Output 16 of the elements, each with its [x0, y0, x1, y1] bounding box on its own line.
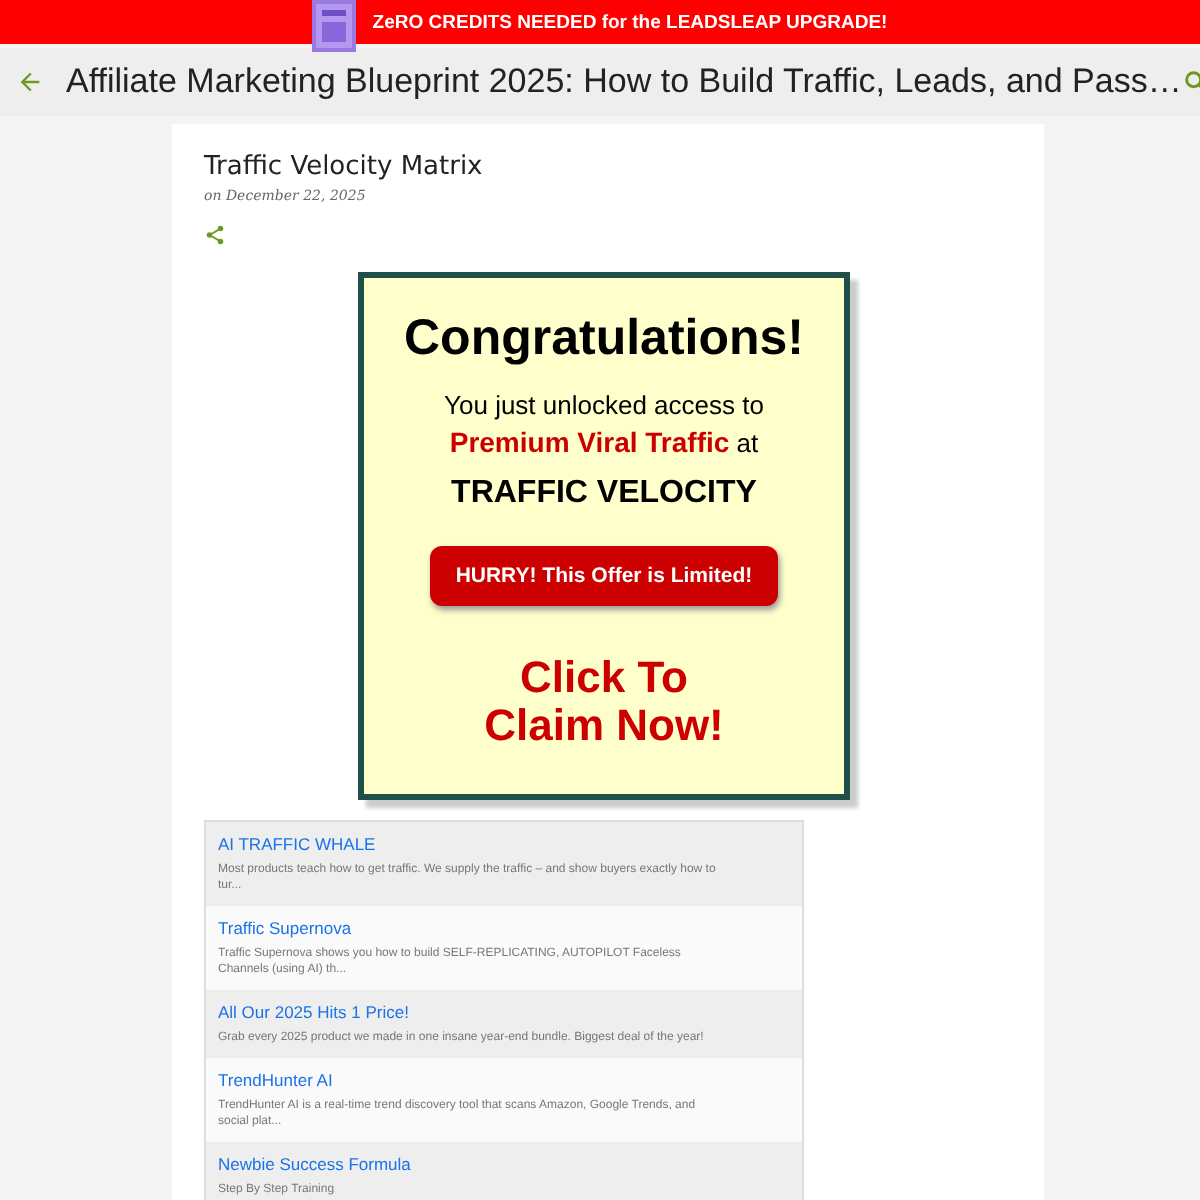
product-name: TRAFFIC VELOCITY	[451, 476, 757, 512]
offer-link[interactable]: All Our 2025 Hits 1 Price!	[218, 1002, 722, 1022]
claim-link[interactable]: Click To Claim Now!	[484, 654, 724, 750]
offer-button[interactable]: HURRY! This Offer is Limited!	[429, 546, 779, 606]
post-title: Traffic Velocity Matrix	[204, 152, 485, 182]
blog-title: Affiliate Marketing Blueprint 2025: How to Build Traffic, Leads, and Pass…	[66, 62, 1182, 102]
share-icon[interactable]	[204, 224, 226, 246]
offer-link[interactable]: TrendHunter AI	[218, 1070, 722, 1090]
back-arrow-icon[interactable]	[16, 68, 44, 96]
promo-offer-text: Premium Viral Traffic at	[449, 426, 759, 458]
offer-link[interactable]: Newbie Success Formula	[218, 1154, 722, 1174]
promo-text: You just unlocked access to	[444, 390, 764, 420]
offer-link[interactable]: Traffic Supernova	[218, 918, 722, 938]
promo-heading: Congratulations!	[404, 310, 804, 368]
offer-link[interactable]: AI TRAFFIC WHALE	[218, 834, 722, 854]
banner-text: ZeRO CREDITS NEEDED for the LEADSLEAP UPGRADE!	[372, 11, 888, 33]
